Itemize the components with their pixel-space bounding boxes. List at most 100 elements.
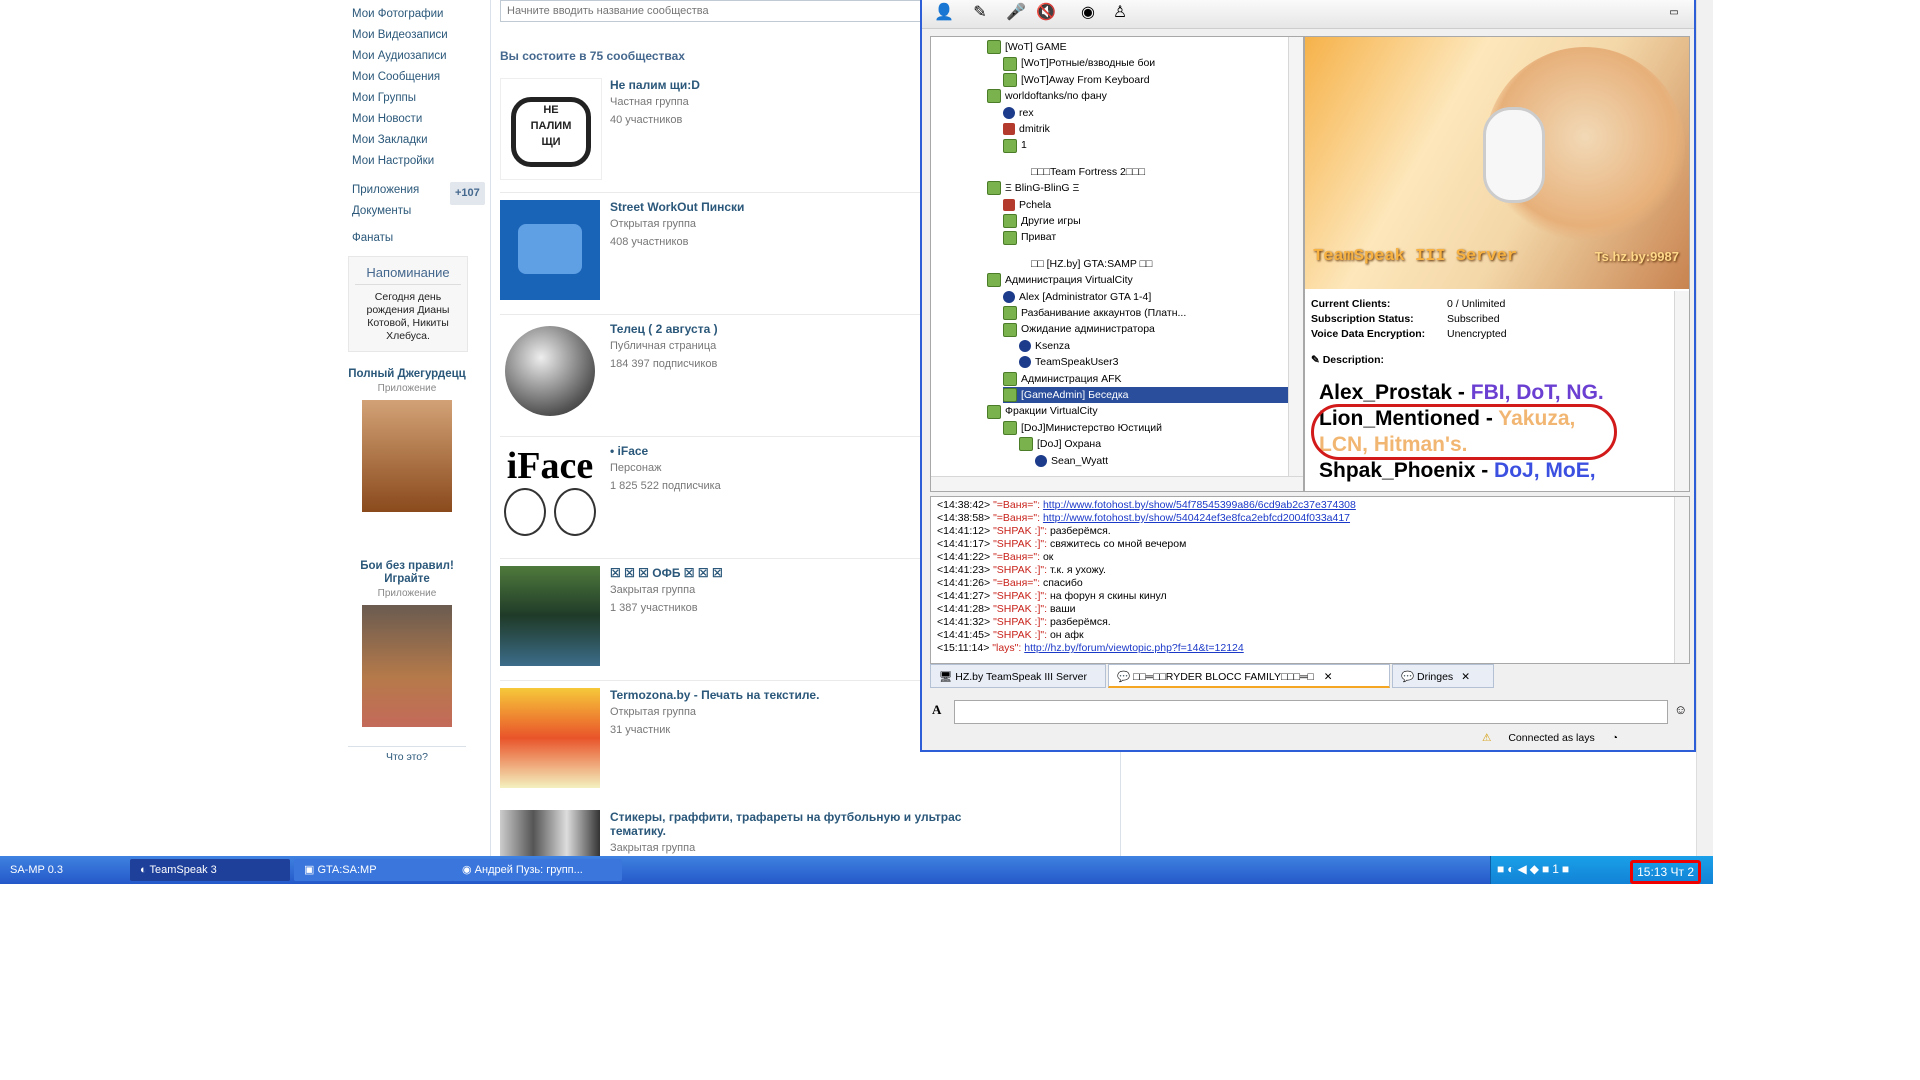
chat-nick[interactable]: "SHPAK :]": xyxy=(993,629,1047,641)
chat-nick[interactable]: "=Ваня=": xyxy=(993,551,1040,563)
channel-row[interactable]: [DoJ]Министерство Юстиций xyxy=(1003,420,1162,436)
community-search[interactable] xyxy=(500,0,922,22)
community-name[interactable]: Не палим щи:D xyxy=(610,78,970,92)
page-scrollbar[interactable] xyxy=(1696,0,1713,856)
taskbar-item[interactable]: ◐ TeamSpeak 3 xyxy=(130,859,290,881)
tray-icons[interactable]: ■◐◀◆■1■ xyxy=(1497,862,1572,876)
channel-spacer[interactable]: □□ [HZ.by] GTA:SAMP □□ xyxy=(1031,256,1152,272)
tab-private[interactable]: 💬 Dringes ✕ xyxy=(1392,664,1494,688)
chat-nick[interactable]: "SHPAK :]": xyxy=(993,590,1047,602)
community-thumb[interactable] xyxy=(500,688,600,788)
font-format-icon[interactable]: A xyxy=(932,702,941,718)
taskbar-item[interactable]: ◉ Андрей Пузь: групп... xyxy=(452,859,622,881)
taskbar-item[interactable]: SA-MP 0.3 xyxy=(0,859,130,881)
channel-spacer[interactable]: □□□Team Fortress 2□□□ xyxy=(1031,164,1145,180)
identity-icon[interactable]: ♙ xyxy=(1108,2,1132,24)
community-thumb[interactable]: НЕ ПАЛИМ ЩИ xyxy=(500,78,602,180)
chat-link[interactable]: http://hz.by/forum/viewtopic.php?f=14&t=… xyxy=(1024,642,1243,654)
community-name[interactable]: Телец ( 2 августа ) xyxy=(610,322,970,336)
community-thumb[interactable] xyxy=(500,810,600,856)
chat-nick[interactable]: "SHPAK :]": xyxy=(993,525,1047,537)
community-search-input[interactable] xyxy=(505,1,889,21)
chat-input[interactable] xyxy=(954,700,1668,724)
community-name[interactable]: • iFace xyxy=(610,444,970,458)
chat-link[interactable]: http://www.fotohost.by/show/54f78545399a… xyxy=(1043,499,1356,511)
chat-nick[interactable]: "=Ваня=": xyxy=(993,512,1040,524)
community-thumb[interactable]: iFace xyxy=(500,444,600,544)
client-row[interactable]: TeamSpeakUser3 xyxy=(1019,354,1118,370)
channel-row[interactable]: worldoftanks/по фану xyxy=(987,88,1107,104)
info-scrollbar[interactable] xyxy=(1674,291,1689,491)
sidebar-item-groups[interactable]: Мои Группы xyxy=(352,88,492,109)
community-thumb[interactable] xyxy=(500,200,600,300)
app-image[interactable] xyxy=(362,400,452,512)
tree-scrollbar[interactable] xyxy=(1288,37,1303,477)
tab-channel[interactable]: 💬 □□═□□RYDER BLOCC FAMILY□□□═□ ✕ xyxy=(1108,664,1390,688)
sidebar-item-bookmarks[interactable]: Мои Закладки xyxy=(352,130,492,151)
app-image[interactable] xyxy=(362,605,452,727)
client-row[interactable]: rex xyxy=(1003,105,1034,121)
close-icon[interactable]: ✕ xyxy=(1324,671,1333,683)
community-name[interactable]: Termozona.by - Печать на текстиле. xyxy=(610,688,970,702)
app-title[interactable]: Бои без правил! Играйте xyxy=(348,560,466,586)
channel-row[interactable]: 1 xyxy=(1003,137,1027,153)
channel-row[interactable]: [WoT]Away From Keyboard xyxy=(1003,72,1150,88)
sidebar-item-videos[interactable]: Мои Видеозаписи xyxy=(352,25,492,46)
sidebar-item-messages[interactable]: Мои Сообщения xyxy=(352,67,492,88)
channel-row[interactable]: Приват xyxy=(1003,229,1056,245)
community-name[interactable]: Street WorkOut Пински xyxy=(610,200,970,214)
chat-link[interactable]: http://www.fotohost.by/show/540424ef3e8f… xyxy=(1043,512,1350,524)
community-thumb[interactable] xyxy=(500,566,600,666)
what-is-this-link[interactable]: Что это? xyxy=(348,746,466,763)
client-row[interactable]: Pchela xyxy=(1003,197,1051,213)
connect-icon[interactable]: 👤 xyxy=(932,2,956,24)
tree-hscrollbar[interactable] xyxy=(931,476,1303,491)
away-icon[interactable]: ◉ xyxy=(1076,2,1100,24)
chat-scrollbar[interactable] xyxy=(1674,497,1689,663)
chat-input-field[interactable] xyxy=(955,701,1659,723)
channel-row[interactable]: Администрация VirtualCity xyxy=(987,272,1133,288)
sidebar-item-fans[interactable]: Фанаты xyxy=(352,228,492,249)
clock[interactable]: 15:13 Чт 2 xyxy=(1630,860,1701,884)
chat-nick[interactable]: "=Ваня=": xyxy=(993,577,1040,589)
app-title[interactable]: Полный Джегурдецц xyxy=(348,368,466,381)
sidebar-item-audio[interactable]: Мои Аудиозаписи xyxy=(352,46,492,67)
chat-nick[interactable]: "SHPAK :]": xyxy=(993,603,1047,615)
app-promo-1[interactable]: Полный Джегурдецц Приложение xyxy=(348,368,466,512)
client-row[interactable]: Alex [Administrator GTA 1-4] xyxy=(1003,289,1151,305)
client-row[interactable]: Ksenza xyxy=(1019,338,1070,354)
channel-row[interactable]: [WoT] GAME xyxy=(987,39,1067,55)
chat-nick[interactable]: "SHPAK :]": xyxy=(993,564,1047,576)
mute-speaker-icon[interactable]: 🔇 xyxy=(1034,2,1058,24)
channel-row[interactable]: Разбанивание аккаунтов (Платн... xyxy=(1003,305,1186,321)
sidebar-item-apps[interactable]: Приложения +107 xyxy=(352,180,492,205)
client-row[interactable]: dmitrik xyxy=(1003,121,1050,137)
client-row[interactable]: Sean_Wyatt xyxy=(1035,453,1108,469)
close-icon[interactable]: ✕ xyxy=(1461,671,1470,683)
taskbar-item[interactable]: ▣ GTA:SA:MP xyxy=(294,859,454,881)
community-name[interactable]: ☒ ☒ ☒ ОФБ ☒ ☒ ☒ xyxy=(610,566,970,580)
channel-tree[interactable]: [WoT] GAME [WoT]Ротные/взводные бои [WoT]A… xyxy=(930,36,1304,492)
mute-mic-icon[interactable]: 🎤 xyxy=(1004,2,1028,24)
community-name[interactable]: Стикеры, граффити, трафареты на футбольн… xyxy=(610,810,970,838)
channel-row[interactable]: [DoJ] Охрана xyxy=(1019,436,1101,452)
channel-row[interactable]: Ожидание администратора xyxy=(1003,321,1155,337)
sidebar-item-settings[interactable]: Мои Настройки xyxy=(352,151,492,172)
sidebar-item-photos[interactable]: Мои Фотографии xyxy=(352,4,492,25)
chat-nick[interactable]: "SHPAK :]": xyxy=(993,616,1047,628)
app-promo-2[interactable]: Бои без правил! Играйте Приложение xyxy=(348,560,466,727)
community-item[interactable]: Стикеры, граффити, трафареты на футбольн… xyxy=(500,810,1110,856)
hotkey-icon[interactable]: ▭ xyxy=(1662,2,1686,24)
chat-nick[interactable]: "SHPAK :]": xyxy=(993,538,1047,550)
emoticon-icon[interactable]: ☺ xyxy=(1674,702,1687,717)
channel-row[interactable]: [GameAdmin] Беседка xyxy=(1003,387,1291,403)
chat-nick[interactable]: "lays": xyxy=(992,642,1021,654)
channel-row[interactable]: Другие игры xyxy=(1003,213,1081,229)
bookmark-icon[interactable]: ✎ xyxy=(968,2,992,24)
chat-nick[interactable]: "=Ваня=": xyxy=(993,499,1040,511)
channel-row[interactable]: Администрация AFK xyxy=(1003,371,1122,387)
channel-row[interactable]: Ξ BlinG-BlinG Ξ xyxy=(987,180,1079,196)
channel-row[interactable]: [WoT]Ротные/взводные бои xyxy=(1003,55,1155,71)
channel-row[interactable]: Фракции VirtualCity xyxy=(987,403,1098,419)
community-thumb[interactable] xyxy=(500,322,600,422)
